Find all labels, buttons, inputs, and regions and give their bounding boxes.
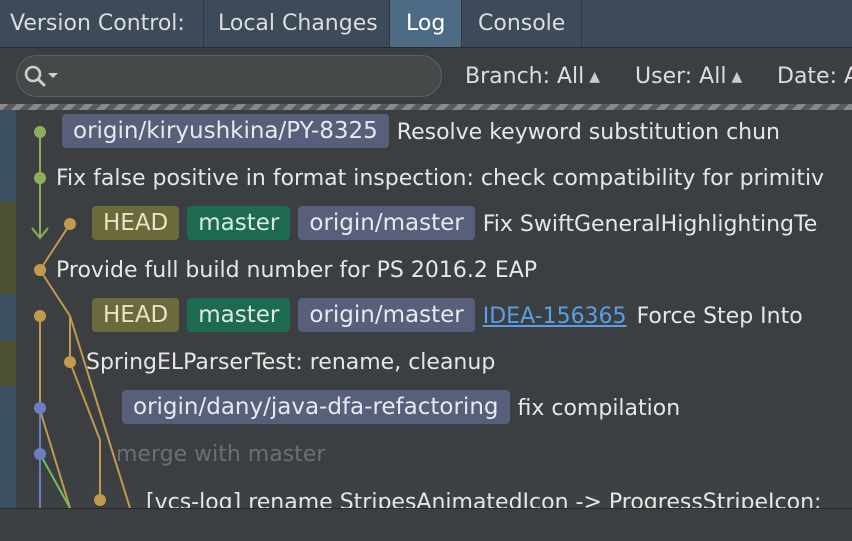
branch-label: origin/kiryushkina/PY-8325 <box>62 114 389 148</box>
commit-log-table[interactable]: origin/kiryushkina/PY-8325 Resolve keywor… <box>0 110 852 508</box>
table-row[interactable]: origin/kiryushkina/PY-8325 Resolve keywor… <box>0 110 852 156</box>
branch-label: origin/dany/java-dfa-refactoring <box>122 390 510 424</box>
tab-log[interactable]: Log <box>390 0 462 47</box>
branch-label: origin/master <box>298 298 475 332</box>
table-row[interactable]: Provide full build number for PS 2016.2 … <box>0 248 852 294</box>
commit-message: Fix false positive in format inspection:… <box>56 166 825 191</box>
tab-console[interactable]: Console <box>462 0 582 47</box>
log-toolbar: Branch: All ▲︎ User: All ▲︎ Date: A <box>0 48 852 104</box>
head-label: HEAD <box>92 298 180 332</box>
table-row[interactable]: SpringELParserTest: rename, cleanup <box>0 340 852 386</box>
commit-message: Fix SwiftGeneralHighlightingTe <box>482 212 818 237</box>
status-bar <box>0 508 852 541</box>
date-filter[interactable]: Date: A <box>777 48 852 104</box>
branch-filter[interactable]: Branch: All ▲︎ <box>465 48 600 104</box>
issue-link[interactable]: IDEA-156365 <box>483 304 627 329</box>
table-row[interactable]: Fix false positive in format inspection:… <box>0 156 852 202</box>
table-row[interactable]: HEAD master origin/master Fix SwiftGeneralH… <box>0 202 852 248</box>
branch-label: master <box>187 206 291 240</box>
updown-arrows-icon: ▲︎ <box>589 69 601 85</box>
date-filter-label: Date: A <box>777 64 852 89</box>
commit-message: Provide full build number for PS 2016.2 … <box>56 258 538 283</box>
head-label: HEAD <box>92 206 180 240</box>
table-row[interactable]: HEAD master origin/master IDEA-156365 Force … <box>0 294 852 340</box>
commit-message: Force Step Into <box>636 304 803 329</box>
table-row[interactable]: [vcs-log] rename StripesAnimatedIcon -> … <box>0 478 852 508</box>
commit-message: Resolve keyword substitution chun <box>396 120 780 145</box>
table-row[interactable]: origin/dany/java-dfa-refactoring fix comp… <box>0 386 852 432</box>
tab-bar: Version Control: Local Changes Log Conso… <box>0 0 852 48</box>
user-filter[interactable]: User: All ▲︎ <box>635 48 742 104</box>
branch-label: origin/master <box>298 206 475 240</box>
commit-message: [vcs-log] rename StripesAnimatedIcon -> … <box>146 490 822 508</box>
search-icon[interactable] <box>23 64 65 90</box>
table-row[interactable]: merge with master <box>0 432 852 478</box>
tab-local-changes[interactable]: Local Changes <box>204 0 390 47</box>
commit-message: merge with master <box>116 442 326 467</box>
commit-message: SpringELParserTest: rename, cleanup <box>86 350 496 375</box>
search-input[interactable] <box>16 55 442 97</box>
tool-window-title: Version Control: <box>0 0 204 47</box>
commit-message: fix compilation <box>517 396 681 421</box>
branch-filter-label: Branch: All <box>465 64 585 89</box>
user-filter-label: User: All <box>635 64 727 89</box>
branch-label: master <box>187 298 291 332</box>
updown-arrows-icon: ▲︎ <box>731 69 743 85</box>
